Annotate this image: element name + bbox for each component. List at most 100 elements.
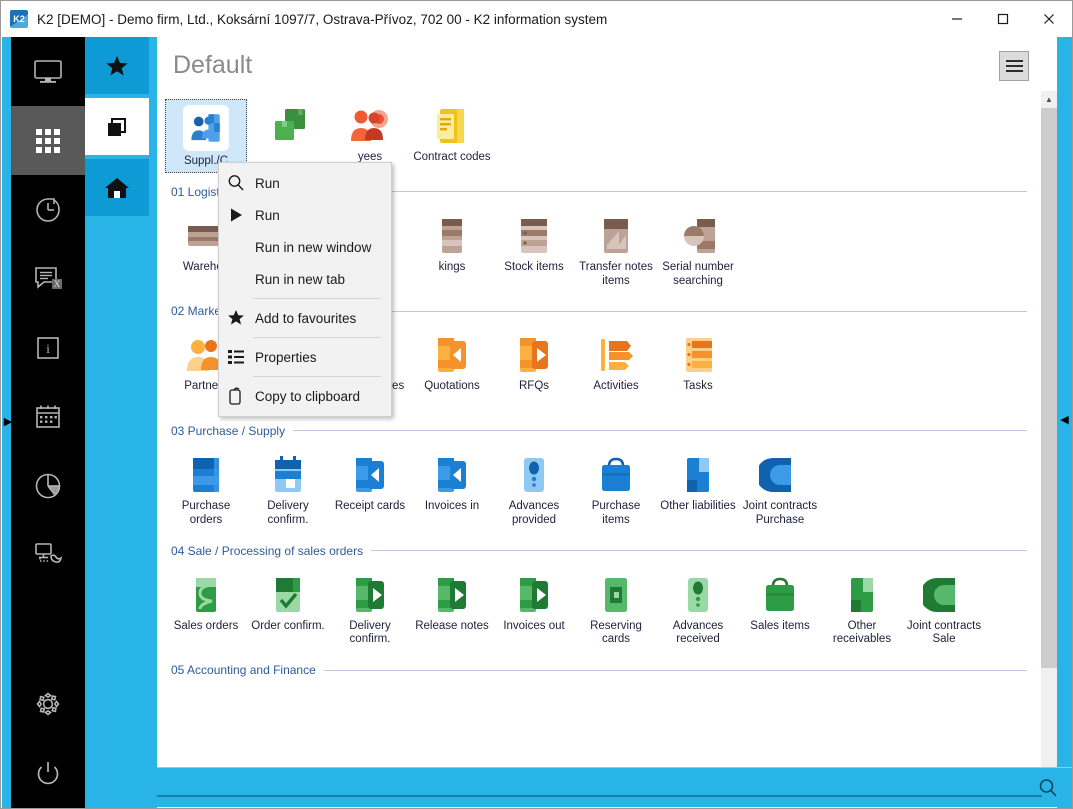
- module-item-label: Advances provided: [508, 499, 560, 526]
- module-item[interactable]: Tasks: [657, 328, 739, 412]
- delivery-confirm-sale-icon: [349, 574, 391, 616]
- module-item[interactable]: Activities: [575, 328, 657, 412]
- module-item[interactable]: Contract codes: [411, 99, 493, 173]
- module-item-label: Advances received: [672, 619, 724, 646]
- context-menu-item-label: Run in new tab: [255, 271, 346, 287]
- module-item[interactable]: Quotations: [411, 328, 493, 412]
- sidebar-item-messages[interactable]: X: [11, 244, 85, 313]
- hamburger-menu-button[interactable]: [999, 51, 1029, 81]
- vertical-scrollbar[interactable]: ▲: [1041, 91, 1057, 770]
- minimize-button[interactable]: [934, 1, 980, 37]
- context-menu-separator: [253, 337, 381, 338]
- module-item[interactable]: Sales orders: [165, 568, 247, 652]
- sidebar-item-modules[interactable]: [11, 106, 85, 175]
- module-item[interactable]: Delivery confirm.: [247, 448, 329, 532]
- context-menu-item[interactable]: Run: [219, 167, 391, 199]
- scroll-up-button[interactable]: ▲: [1041, 91, 1057, 108]
- sidebar-item-logout[interactable]: [11, 738, 85, 807]
- module-item[interactable]: Delivery confirm.: [329, 568, 411, 652]
- activities-icon: [595, 334, 637, 376]
- group-divider: [323, 669, 1027, 671]
- module-item-label: Purchase items: [591, 499, 641, 526]
- item-context-menu[interactable]: Run Run Run in new window Run in new tab Add…: [218, 162, 392, 417]
- quotations-icon: [431, 334, 473, 376]
- tab-favourites[interactable]: [85, 37, 149, 94]
- scrollbar-track[interactable]: [1041, 108, 1057, 753]
- joint-contracts-sale-icon: [920, 574, 965, 616]
- module-item-label: Sales items: [750, 619, 810, 632]
- sidebar-item-desktop[interactable]: [11, 37, 85, 106]
- page-title: Default: [173, 51, 253, 79]
- module-item[interactable]: Joint contracts Purchase: [739, 448, 821, 532]
- module-item[interactable]: Release notes: [411, 568, 493, 652]
- module-item-label: Reserving cards: [590, 619, 642, 646]
- context-menu-item[interactable]: Run in new window: [219, 231, 391, 263]
- module-item[interactable]: Invoices in: [411, 448, 493, 532]
- module-item[interactable]: RFQs: [493, 328, 575, 412]
- invoices-in-icon: [431, 454, 473, 496]
- search-run-icon: [225, 172, 247, 194]
- module-item[interactable]: Receipt cards: [329, 448, 411, 532]
- module-item-label: Delivery confirm.: [349, 619, 391, 646]
- contract-codes-icon: [431, 105, 473, 147]
- context-menu-item[interactable]: Run in new tab: [219, 263, 391, 295]
- invoices-out-icon: [513, 574, 555, 616]
- module-item[interactable]: Purchase items: [575, 448, 657, 532]
- context-menu-item[interactable]: Run: [219, 199, 391, 231]
- group-divider: [293, 430, 1027, 432]
- context-menu-item[interactable]: Add to favourites: [219, 302, 391, 334]
- remote-support-icon: [35, 542, 63, 563]
- hamburger-bar: [1005, 65, 1023, 67]
- module-item[interactable]: Invoices out: [493, 568, 575, 652]
- hamburger-bar: [1005, 60, 1023, 62]
- module-item[interactable]: Purchase orders: [165, 448, 247, 532]
- module-item[interactable]: Stock items: [493, 209, 575, 293]
- sidebar-item-settings[interactable]: [11, 669, 85, 738]
- window-title: K2 [DEMO] - Demo firm, Ltd., Koksární 10…: [37, 11, 608, 27]
- title-bar: K2 K2 [DEMO] - Demo firm, Ltd., Koksární…: [1, 1, 1072, 37]
- module-group: 03 Purchase / Supply Purchase orders Deliv…: [157, 420, 1041, 540]
- sidebar-item-remote-support[interactable]: [11, 520, 85, 589]
- scrollbar-thumb[interactable]: [1041, 108, 1057, 668]
- sidebar-item-reports[interactable]: [11, 451, 85, 520]
- clipboard-icon: [225, 385, 247, 407]
- workspace-tab-column: [85, 37, 157, 808]
- module-item[interactable]: Order confirm.: [247, 568, 329, 652]
- module-item[interactable]: Advances provided: [493, 448, 575, 532]
- module-item[interactable]: Serial number searching: [657, 209, 739, 293]
- module-item[interactable]: Joint contracts Sale: [903, 568, 985, 652]
- context-menu-item-label: Run: [255, 175, 280, 191]
- right-panel-expand-arrow[interactable]: ◀: [1059, 413, 1070, 427]
- module-item-label: Activities: [593, 380, 639, 393]
- module-item[interactable]: Sales items: [739, 568, 821, 652]
- module-item[interactable]: Transfer notes items: [575, 209, 657, 293]
- module-item[interactable]: Advances received: [657, 568, 739, 652]
- minimize-icon: [952, 18, 962, 20]
- delivery-confirm-icon: [267, 454, 309, 496]
- module-item[interactable]: Reserving cards: [575, 568, 657, 652]
- sidebar-item-calendar[interactable]: [11, 382, 85, 451]
- sidebar-item-info[interactable]: i: [11, 313, 85, 382]
- tab-home[interactable]: [85, 159, 149, 216]
- search-icon[interactable]: [1036, 776, 1060, 800]
- other-liabilities-icon: [677, 454, 719, 496]
- module-item[interactable]: kings: [411, 209, 493, 293]
- module-item[interactable]: Other receivables: [821, 568, 903, 652]
- close-button[interactable]: [1026, 1, 1072, 37]
- sidebar-expand-arrow[interactable]: ▶: [3, 415, 13, 429]
- module-item-label: Release notes: [415, 619, 489, 632]
- status-input-underline[interactable]: [157, 795, 1042, 797]
- clock-history-icon: [36, 197, 60, 222]
- serial-number-searching-icon: [677, 215, 719, 257]
- message-x-icon: X: [35, 266, 62, 289]
- maximize-button[interactable]: [980, 1, 1026, 37]
- module-item[interactable]: Other liabilities: [657, 448, 739, 532]
- context-menu-item[interactable]: Copy to clipboard: [219, 380, 391, 412]
- context-menu-item[interactable]: Properties: [219, 341, 391, 373]
- tab-windows[interactable]: [85, 98, 149, 155]
- joint-contracts-purchase-icon: [756, 454, 801, 496]
- reserving-cards-icon: [595, 574, 637, 616]
- purchase-items-icon: [595, 454, 637, 496]
- hamburger-bar: [1005, 70, 1023, 72]
- sidebar-item-history[interactable]: [11, 175, 85, 244]
